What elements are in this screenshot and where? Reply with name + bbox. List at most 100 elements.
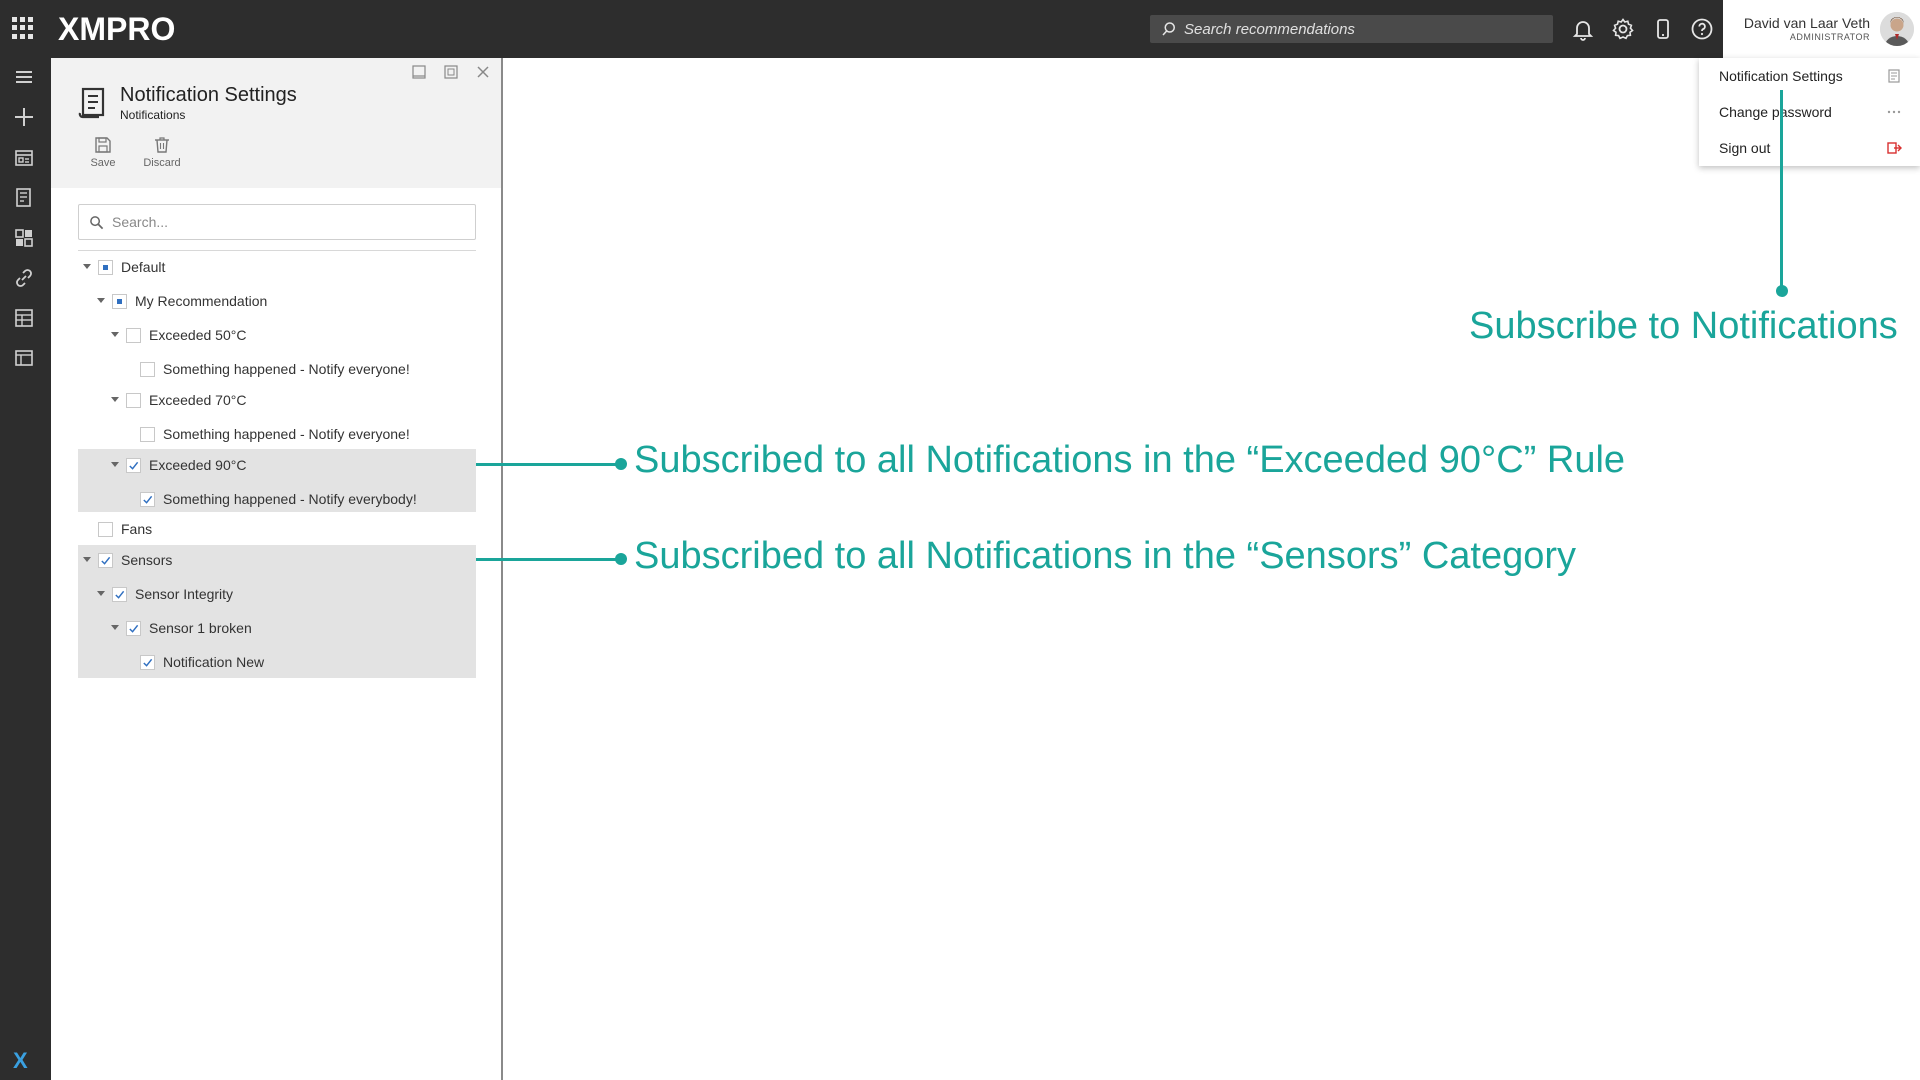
search-icon (90, 215, 104, 229)
left-rail (0, 58, 51, 1080)
tree-node[interactable]: Default (82, 256, 165, 278)
close-icon[interactable] (475, 64, 491, 80)
add-icon[interactable] (12, 105, 36, 129)
tree-node-label: Something happened - Notify everyone! (163, 361, 410, 377)
minimize-icon[interactable] (411, 64, 427, 80)
menu-item-sign-out[interactable]: Sign out (1699, 130, 1920, 166)
panel-subtitle: Notifications (120, 108, 186, 122)
tree-node-checkbox[interactable] (126, 620, 141, 636)
tree-node-checkbox[interactable] (140, 654, 155, 670)
tree-node-checkbox[interactable] (112, 586, 127, 602)
tree-node-label: Notification New (163, 654, 265, 670)
arrow-spacer (124, 657, 140, 667)
tree-node-checkbox[interactable] (98, 521, 113, 537)
tree-node-label: Default (121, 259, 166, 275)
save-button[interactable]: Save (81, 136, 125, 176)
tree-node[interactable]: Sensor 1 broken (110, 617, 252, 639)
avatar[interactable] (1880, 12, 1914, 46)
tree-node-checkbox[interactable] (98, 552, 113, 568)
tree-node[interactable]: Exceeded 70°C (110, 389, 246, 411)
maximize-icon[interactable] (443, 64, 459, 80)
gear-icon[interactable] (1611, 17, 1635, 41)
tree-node[interactable]: Notification New (124, 651, 264, 673)
tree-node[interactable]: Something happened - Notify everyone! (124, 358, 410, 380)
user-name: David van Laar Veth (1743, 15, 1870, 31)
tree-node-label: My Recommendation (135, 293, 268, 309)
category-callout-dot (615, 553, 627, 565)
menu-item-label: Change password (1719, 104, 1832, 120)
tree-node-checkbox[interactable] (140, 491, 155, 507)
category-callout-line (476, 558, 619, 561)
save-label: Save (90, 157, 116, 169)
tree-node-label: Exceeded 50°C (149, 327, 247, 343)
discard-label: Discard (143, 157, 181, 169)
tree-node[interactable]: Sensor Integrity (96, 583, 233, 605)
menu-icon[interactable] (12, 65, 36, 89)
recommendations-icon[interactable] (12, 186, 36, 210)
search-recommendations-input[interactable] (1184, 20, 1544, 38)
subscribe-callout-line (1780, 90, 1783, 290)
expand-arrow-icon[interactable] (82, 555, 92, 565)
menu-item-label: Sign out (1719, 140, 1771, 156)
recommendation-search[interactable] (1150, 15, 1553, 43)
tree-node[interactable]: Something happened - Notify everybody! (124, 488, 417, 510)
tree-search-box[interactable] (78, 204, 476, 240)
tree-node[interactable]: Exceeded 50°C (110, 324, 246, 346)
expand-arrow-icon[interactable] (110, 460, 120, 470)
notification-settings-icon (1888, 69, 1900, 83)
top-bar: XMPRO David van Laar Veth ADMINISTRATOR (0, 0, 1920, 58)
search-divider (78, 250, 476, 251)
link-icon[interactable] (12, 266, 36, 290)
rule-callout-line (476, 463, 619, 466)
menu-item-notification-settings[interactable]: Notification Settings (1699, 58, 1920, 94)
save-icon (95, 137, 111, 153)
expand-arrow-icon[interactable] (96, 589, 106, 599)
tree-node-checkbox[interactable] (140, 426, 155, 442)
mobile-device-icon[interactable] (1651, 17, 1675, 41)
tree-node-checkbox[interactable] (140, 361, 155, 377)
bell-icon[interactable] (1571, 17, 1595, 41)
tree-node-checkbox[interactable] (126, 327, 141, 343)
tree-node[interactable]: Fans (82, 518, 152, 540)
apps-icon[interactable] (12, 226, 36, 250)
tree-node-label: Sensors (121, 552, 173, 568)
tree-node-label: Sensor Integrity (135, 586, 234, 602)
tree-node[interactable]: My Recommendation (96, 290, 267, 312)
arrow-spacer (124, 429, 140, 439)
help-icon[interactable] (1690, 17, 1714, 41)
expand-arrow-icon[interactable] (110, 395, 120, 405)
tree-node-label: Exceeded 90°C (149, 457, 247, 473)
tree-node[interactable]: Sensors (82, 549, 172, 571)
dots-icon (1887, 110, 1901, 114)
sign-out-icon (1887, 142, 1902, 154)
user-panel[interactable]: David van Laar Veth ADMINISTRATOR (1723, 0, 1920, 58)
arrow-spacer (124, 364, 140, 374)
expand-arrow-icon[interactable] (110, 330, 120, 340)
tree-node-checkbox[interactable] (98, 259, 113, 275)
expand-arrow-icon[interactable] (96, 296, 106, 306)
tree-node-checkbox[interactable] (126, 392, 141, 408)
menu-item-change-password[interactable]: Change password (1699, 94, 1920, 130)
notification-settings-panel: Notification Settings Notifications Save… (51, 58, 503, 1080)
trash-icon (155, 137, 169, 153)
rule-annotation: Subscribed to all Notifications in the “… (634, 439, 1626, 481)
tree-search-input[interactable] (112, 214, 452, 230)
panel-title: Notification Settings (120, 84, 297, 106)
xmpro-logo: XMPRO (58, 11, 176, 47)
expand-arrow-icon[interactable] (82, 262, 92, 272)
expand-arrow-icon[interactable] (110, 623, 120, 633)
tree-node-checkbox[interactable] (126, 457, 141, 473)
view-icon[interactable] (12, 346, 36, 370)
app-root: XMPRO David van Laar Veth ADMINISTRATOR … (0, 0, 1920, 1080)
subscribe-annotation: Subscribe to Notifications (1469, 305, 1898, 347)
tree-node-label: Fans (121, 521, 153, 537)
data-icon[interactable] (12, 306, 36, 330)
tree-node[interactable]: Exceeded 90°C (110, 454, 246, 476)
dashboard-icon[interactable] (12, 146, 36, 170)
tree-node-label: Something happened - Notify everybody! (163, 491, 417, 507)
discard-button[interactable]: Discard (140, 136, 184, 176)
rule-callout-dot (615, 458, 627, 470)
app-launcher-icon[interactable] (12, 17, 34, 39)
tree-node-checkbox[interactable] (112, 293, 127, 309)
tree-node[interactable]: Something happened - Notify everyone! (124, 423, 410, 445)
